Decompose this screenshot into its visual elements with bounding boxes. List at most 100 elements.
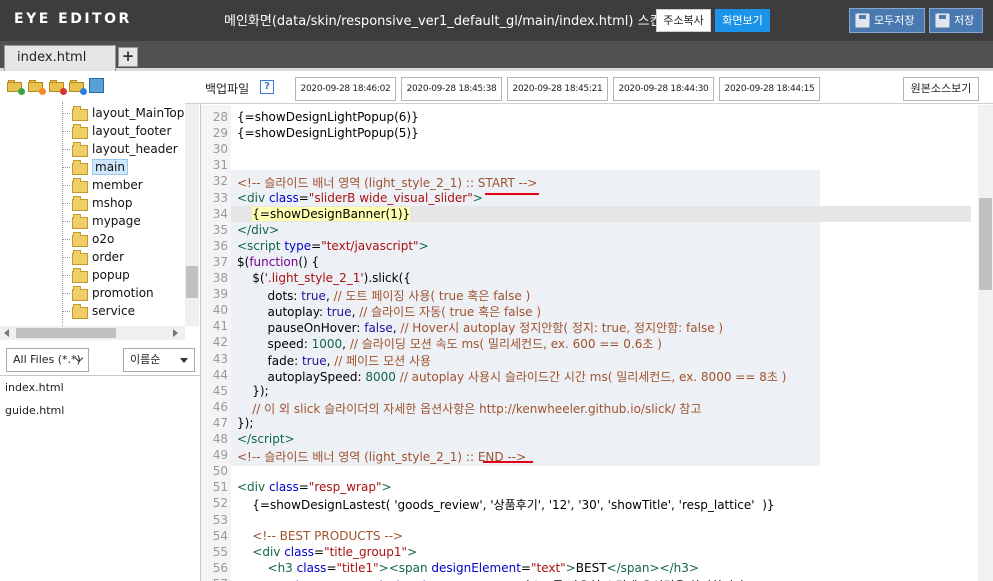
- floppy-disk-icon: [855, 13, 870, 28]
- line-number: 54: [212, 528, 228, 543]
- list-item[interactable]: index.html: [5, 381, 64, 394]
- tree-node[interactable]: o2o: [72, 230, 114, 248]
- list-item[interactable]: guide.html: [5, 404, 64, 417]
- code-line[interactable]: <p class="text2" designElement="text">판스…: [237, 577, 781, 581]
- scroll-right-icon[interactable]: [173, 329, 178, 337]
- tree-connector: [62, 239, 70, 240]
- line-number: 36: [212, 238, 228, 253]
- code-line[interactable]: dots: true, // 도트 페이징 사용( true 혹은 false …: [237, 287, 531, 304]
- tree-node-label: mshop: [92, 196, 133, 210]
- code-line[interactable]: autoplaySpeed: 8000 // autoplay 사용시 슬라이드…: [237, 368, 787, 385]
- view-original-source-button[interactable]: 원본소스보기: [903, 77, 979, 101]
- add-tab-button[interactable]: +: [118, 47, 138, 67]
- help-icon[interactable]: ?: [260, 80, 274, 94]
- tree-node[interactable]: order: [72, 248, 124, 266]
- code-line[interactable]: autoplay: true, // 슬라이드 자동( true 혹은 fals…: [237, 303, 542, 320]
- scrollbar-thumb[interactable]: [186, 266, 198, 298]
- code-line[interactable]: <div class="title_group1">: [237, 545, 417, 559]
- backup-version-button[interactable]: 2020-09-28 18:45:38: [401, 77, 502, 101]
- code-line[interactable]: pauseOnHover: false, // Hover시 autoplay …: [237, 319, 724, 336]
- save-button[interactable]: 저장: [929, 8, 983, 33]
- save-all-button[interactable]: 모두저장: [849, 8, 925, 33]
- tree-node[interactable]: layout_footer: [72, 122, 171, 140]
- new-folder-icon[interactable]: [7, 79, 25, 95]
- code-line[interactable]: <!-- 슬라이드 배너 영역 (light_style_2_1) :: STA…: [237, 174, 537, 191]
- folder-icon: [72, 160, 88, 175]
- code-line[interactable]: $(function() {: [237, 255, 319, 269]
- tree-node-label: member: [92, 178, 143, 192]
- code-editor[interactable]: 28 {=showDesignLightPopup(6)} 29 {=showDesi…: [201, 105, 993, 581]
- folder-icon: [72, 178, 88, 193]
- tree-connector: [62, 257, 70, 258]
- backup-version-button[interactable]: 2020-09-28 18:45:21: [507, 77, 608, 101]
- tree-connector: [62, 275, 70, 276]
- backup-version-button[interactable]: 2020-09-28 18:44:15: [719, 77, 820, 101]
- code-line[interactable]: speed: 1000, // 슬라이딩 모션 속도 ms( 밀리세컨드, ex…: [237, 335, 662, 352]
- tree-node[interactable]: layout_MainTopl: [72, 104, 188, 122]
- tree-node-label: order: [92, 250, 124, 264]
- tree-vertical-scrollbar[interactable]: [185, 102, 199, 326]
- tree-connector: [62, 131, 70, 132]
- line-number: 49: [212, 448, 228, 463]
- code-line[interactable]: </script>: [237, 432, 295, 446]
- tree-node[interactable]: mshop: [72, 194, 133, 212]
- line-number: 28: [212, 110, 228, 124]
- line-number: 47: [212, 415, 228, 430]
- copy-address-button[interactable]: 주소복사: [656, 9, 711, 32]
- tab-index-html[interactable]: index.html: [4, 45, 116, 71]
- refresh-icon[interactable]: [69, 79, 87, 95]
- tree-node-selected[interactable]: main: [72, 158, 128, 176]
- view-screen-button[interactable]: 화면보기: [715, 9, 770, 32]
- backup-version-button[interactable]: 2020-09-28 18:46:02: [295, 77, 396, 101]
- sort-select[interactable]: 이름순: [123, 348, 195, 372]
- folder-icon: [72, 124, 88, 139]
- code-line[interactable]: // 이 외 slick 슬라이더의 자세한 옵션사항은 http://kenw…: [237, 400, 701, 417]
- backup-version-button[interactable]: 2020-09-28 18:44:30: [613, 77, 714, 101]
- editor-vertical-scrollbar[interactable]: [978, 105, 993, 581]
- file-type-select[interactable]: All Files (*.*): [6, 348, 89, 372]
- save-all-label: 모두저장: [874, 14, 915, 27]
- code-line[interactable]: {=showDesignBanner(1)}: [237, 206, 411, 221]
- scrollbar-thumb[interactable]: [16, 328, 116, 338]
- folder-icon: [72, 250, 88, 265]
- tree-node[interactable]: member: [72, 176, 143, 194]
- line-number: 37: [212, 254, 228, 269]
- line-number: 56: [212, 560, 228, 575]
- tree-connector: [62, 311, 70, 312]
- end-underline-mark: [483, 461, 533, 463]
- tree-node[interactable]: popup: [72, 266, 130, 284]
- scroll-left-icon[interactable]: [4, 329, 9, 337]
- code-line[interactable]: });: [237, 416, 253, 430]
- code-line[interactable]: <!-- BEST PRODUCTS -->: [237, 529, 403, 543]
- window-title: 메인화면(data/skin/responsive_ver1_default_g…: [224, 14, 662, 29]
- code-line[interactable]: fade: true, // 페이드 모션 사용: [237, 352, 432, 369]
- line-number: 39: [212, 287, 228, 302]
- delete-folder-icon[interactable]: [49, 79, 67, 95]
- new-file-icon[interactable]: [28, 79, 46, 95]
- tree-node[interactable]: promotion: [72, 284, 154, 302]
- folder-icon: [72, 232, 88, 247]
- upload-image-icon[interactable]: [89, 78, 104, 93]
- backup-bar: 백업파일 ? 2020-09-28 18:46:02 2020-09-28 18…: [185, 74, 993, 104]
- code-line[interactable]: <script type="text/javascript">: [237, 239, 429, 253]
- code-line[interactable]: <div class="sliderB wide_visual_slider">: [237, 191, 483, 205]
- code-line[interactable]: <div class="resp_wrap">: [237, 480, 392, 494]
- tree-connector: [62, 293, 70, 294]
- scrollbar-thumb[interactable]: [979, 198, 992, 290]
- code-line[interactable]: {=showDesignLightPopup(5)}: [237, 126, 419, 140]
- code-line[interactable]: });: [237, 384, 268, 398]
- line-number: 32: [212, 174, 228, 189]
- tree-node-label: service: [92, 304, 135, 318]
- folder-icon: [72, 142, 88, 157]
- code-line[interactable]: $('.light_style_2_1').slick({: [237, 271, 411, 285]
- tree-node[interactable]: mypage: [72, 212, 141, 230]
- code-line[interactable]: <h3 class="title1"><span designElement="…: [237, 561, 699, 575]
- code-line[interactable]: {=showDesignLightPopup(6)}: [237, 110, 419, 124]
- tree-node[interactable]: layout_header: [72, 140, 178, 158]
- tree-connector: [62, 113, 70, 114]
- tree-horizontal-scrollbar[interactable]: [0, 326, 185, 340]
- file-type-value: All Files (*.*): [13, 353, 81, 366]
- code-line[interactable]: {=showDesignLastest( 'goods_review', '상품…: [237, 496, 774, 513]
- code-line[interactable]: </div>: [237, 223, 279, 237]
- tree-node[interactable]: service: [72, 302, 135, 320]
